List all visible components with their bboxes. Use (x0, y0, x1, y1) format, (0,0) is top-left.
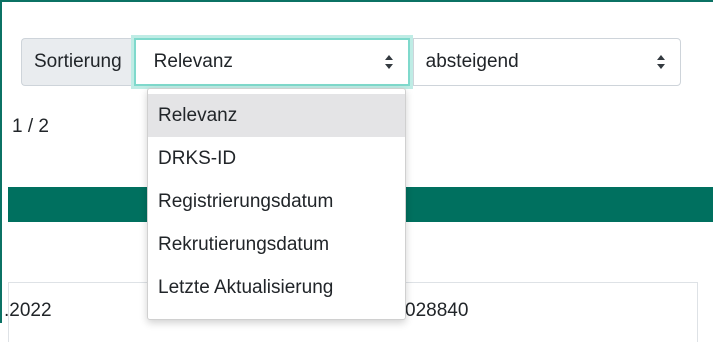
panel-border-top (0, 0, 713, 2)
sort-controls: Sortierung Relevanz absteigend (21, 38, 681, 86)
sort-order-value: absteigend (425, 51, 519, 72)
select-caret-icon (656, 54, 666, 70)
panel-border-left (0, 0, 12, 323)
sort-field-select[interactable]: Relevanz (133, 38, 410, 86)
result-date: .2022 (4, 300, 52, 321)
dropdown-option-drks-id[interactable]: DRKS-ID (148, 137, 405, 180)
dropdown-option-letzte-aktualisierung[interactable]: Letzte Aktualisierung (148, 266, 405, 309)
result-id: 028840 (405, 300, 469, 321)
select-caret-icon (384, 54, 394, 70)
sort-field-dropdown-menu: Relevanz DRKS-ID Registrierungsdatum Rek… (147, 88, 406, 320)
page-counter: 1 / 2 (12, 116, 49, 137)
sort-field-value: Relevanz (153, 51, 233, 72)
dropdown-option-relevanz[interactable]: Relevanz (148, 94, 405, 137)
dropdown-option-rekrutierungsdatum[interactable]: Rekrutierungsdatum (148, 223, 405, 266)
sort-order-select[interactable]: absteigend (412, 38, 681, 86)
dropdown-option-registrierungsdatum[interactable]: Registrierungsdatum (148, 180, 405, 223)
sort-label: Sortierung (21, 38, 134, 86)
